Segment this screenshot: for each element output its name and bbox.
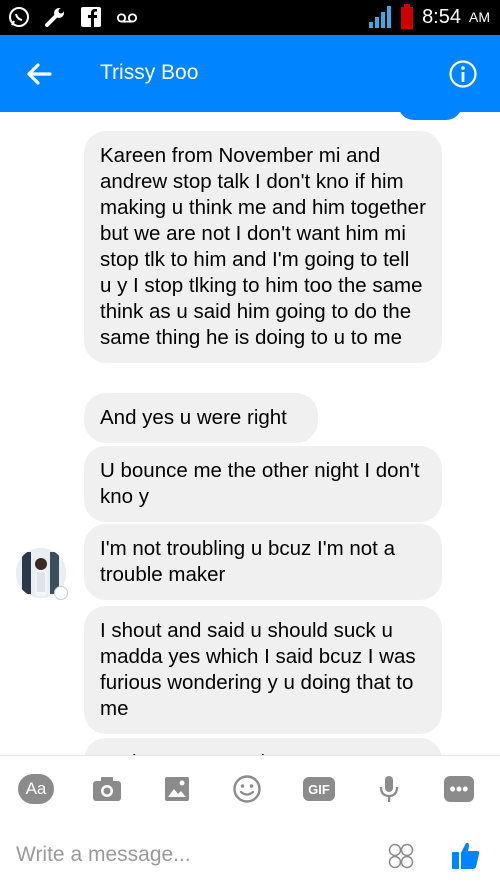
sticker-faces-icon xyxy=(388,843,414,869)
emoji-button[interactable] xyxy=(230,774,264,804)
conversation-header: Trissy Boo xyxy=(0,35,500,112)
sticker-button[interactable] xyxy=(388,843,414,869)
received-message-bubble[interactable]: I'm not troubling u bcuz I'm not a troub… xyxy=(84,524,442,600)
contact-name[interactable]: Trissy Boo xyxy=(100,61,198,85)
received-message-bubble[interactable]: Kareen from November mi and andrew stop … xyxy=(84,131,442,363)
camera-button[interactable] xyxy=(90,774,124,804)
received-message-bubble[interactable]: I shout and said u should suck u madda y… xyxy=(84,606,442,734)
emoji-icon xyxy=(233,775,261,803)
status-left-icons xyxy=(8,6,138,28)
voicemail-icon xyxy=(116,6,138,28)
camera-icon xyxy=(93,777,121,801)
microphone-button[interactable] xyxy=(372,774,406,804)
gallery-button[interactable] xyxy=(160,774,194,804)
battery-icon xyxy=(401,4,414,29)
gif-icon[interactable]: GIF xyxy=(303,777,335,801)
composer-toolbar: Aa GIF ••• xyxy=(0,755,500,821)
received-message-bubble[interactable]: And yes u were right xyxy=(84,393,318,443)
message-list[interactable]: Kareen from November mi and andrew stop … xyxy=(0,112,500,755)
info-icon xyxy=(449,60,477,88)
wrench-icon xyxy=(44,6,66,28)
back-button[interactable] xyxy=(22,57,56,91)
compose-bar xyxy=(0,821,500,888)
microphone-icon xyxy=(379,776,399,802)
like-button[interactable] xyxy=(450,839,482,871)
status-bar: 8:54 AM xyxy=(0,0,500,35)
received-message-bubble[interactable]: U bounce me the other night I don't kno … xyxy=(84,446,442,522)
more-icon[interactable]: ••• xyxy=(444,776,474,802)
sent-message-bubble-partial xyxy=(398,112,462,120)
signal-icon xyxy=(369,6,392,28)
received-message-bubble[interactable]: And yes I was acting xyxy=(84,738,442,755)
aa-icon[interactable]: Aa xyxy=(18,774,54,804)
thumbs-up-icon xyxy=(452,842,480,869)
back-arrow-icon xyxy=(27,63,52,85)
info-button[interactable] xyxy=(448,59,478,89)
clock-ampm: AM xyxy=(469,9,490,25)
facebook-icon xyxy=(80,6,102,28)
image-icon xyxy=(165,777,189,801)
messenger-badge-icon xyxy=(54,586,68,600)
message-input[interactable] xyxy=(16,839,356,871)
clock-time: 8:54 xyxy=(422,5,461,28)
status-right: 8:54 AM xyxy=(366,4,490,30)
whatsapp-icon xyxy=(8,6,30,28)
